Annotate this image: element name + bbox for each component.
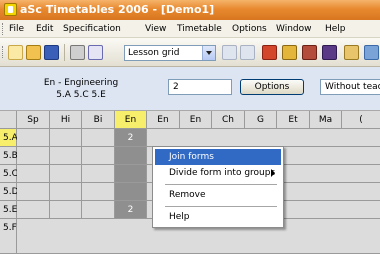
- toolbar-grip: [2, 46, 5, 58]
- grid-cell-lesson[interactable]: [115, 147, 147, 165]
- open-folder-icon[interactable]: [26, 45, 41, 60]
- submenu-arrow-icon: [271, 169, 275, 177]
- column-header[interactable]: (: [342, 111, 380, 129]
- context-menu: Join forms Divide form into groups Remov…: [152, 146, 284, 228]
- toolbar: Lesson grid: [0, 38, 380, 67]
- undo-icon[interactable]: [222, 45, 237, 60]
- grid-cell-lesson[interactable]: [115, 183, 147, 201]
- grid-cell[interactable]: [82, 183, 115, 201]
- menubar-grip: [2, 23, 5, 35]
- grid-cell-lesson[interactable]: [115, 165, 147, 183]
- redo-icon[interactable]: [240, 45, 255, 60]
- grid-cell[interactable]: [50, 129, 82, 147]
- column-header[interactable]: En: [180, 111, 212, 129]
- grid-cell[interactable]: [17, 147, 50, 165]
- grid-cell[interactable]: [50, 183, 82, 201]
- save-icon[interactable]: [44, 45, 59, 60]
- column-header[interactable]: Sp: [17, 111, 50, 129]
- menu-file[interactable]: File: [9, 20, 24, 38]
- toolbar-separator: [64, 44, 65, 61]
- teacher-icon[interactable]: [282, 45, 297, 60]
- column-header[interactable]: Et: [277, 111, 310, 129]
- row-header[interactable]: 5.D: [0, 183, 19, 201]
- grid-cell[interactable]: [82, 147, 115, 165]
- lesson-count-field[interactable]: 2: [168, 79, 232, 95]
- class-icon[interactable]: [302, 45, 317, 60]
- grid-corner: [0, 111, 17, 129]
- title-bar: aSc Timetables 2006 - [Demo1]: [0, 0, 380, 20]
- print-preview-icon[interactable]: [88, 45, 103, 60]
- menu-window[interactable]: Window: [276, 20, 312, 38]
- view-select[interactable]: Lesson grid: [124, 45, 216, 61]
- menu-bar: File Edit Specification View Timetable O…: [0, 20, 380, 38]
- teacher-filter-field[interactable]: Without teac: [320, 79, 380, 95]
- grid-cell[interactable]: [17, 183, 50, 201]
- column-header[interactable]: En: [147, 111, 180, 129]
- app-icon: [4, 3, 17, 16]
- grid-cell[interactable]: [17, 201, 50, 219]
- window-title: aSc Timetables 2006 - [Demo1]: [20, 3, 215, 16]
- menu-options[interactable]: Options: [232, 20, 267, 38]
- grid-cell[interactable]: [17, 129, 50, 147]
- menu-help[interactable]: Help: [325, 20, 346, 38]
- print-icon[interactable]: [70, 45, 85, 60]
- options-button[interactable]: Options: [240, 79, 304, 95]
- new-file-icon[interactable]: [8, 45, 23, 60]
- row-header[interactable]: 5.C: [0, 165, 18, 183]
- row-header-selected[interactable]: 5.A: [0, 129, 18, 147]
- menu-view[interactable]: View: [145, 20, 166, 38]
- column-header[interactable]: Ch: [212, 111, 245, 129]
- menu-item-divide-form-label: Divide form into groups: [169, 168, 276, 178]
- grid-cell[interactable]: [82, 201, 115, 219]
- menu-separator: [165, 206, 277, 207]
- menu-item-join-forms[interactable]: Join forms: [155, 149, 281, 165]
- menu-item-help[interactable]: Help: [155, 209, 281, 225]
- grid-cell[interactable]: [147, 129, 380, 147]
- lesson-forms: 5.A 5.C 5.E: [56, 90, 106, 100]
- column-header[interactable]: G: [245, 111, 277, 129]
- column-header[interactable]: Hi: [50, 111, 82, 129]
- row-header[interactable]: 5.F: [0, 219, 17, 254]
- lesson-subject: En - Engineering: [43, 78, 119, 88]
- grid-cell-lesson[interactable]: 2: [115, 129, 147, 147]
- generate-icon[interactable]: [262, 45, 277, 60]
- grid-cell[interactable]: [82, 129, 115, 147]
- subject-icon[interactable]: [322, 45, 337, 60]
- column-header-selected[interactable]: En: [115, 111, 147, 129]
- menu-edit[interactable]: Edit: [36, 20, 53, 38]
- menu-item-divide-form[interactable]: Divide form into groups: [155, 165, 281, 181]
- view-select-value: Lesson grid: [128, 48, 180, 58]
- toolbar-more-icon[interactable]: [364, 45, 379, 60]
- menu-timetable[interactable]: Timetable: [177, 20, 222, 38]
- grid-cell[interactable]: [50, 147, 82, 165]
- grid-cell[interactable]: [50, 201, 82, 219]
- grid-cell[interactable]: [50, 165, 82, 183]
- grid-cell[interactable]: [17, 165, 50, 183]
- lesson-info: En - Engineering 5.A 5.C 5.E: [16, 77, 146, 101]
- column-header[interactable]: Bi: [82, 111, 115, 129]
- lesson-panel: En - Engineering 5.A 5.C 5.E 2 Options W…: [0, 67, 380, 111]
- chevron-down-icon[interactable]: [202, 46, 215, 60]
- row-header[interactable]: 5.B: [0, 147, 18, 165]
- classroom-icon[interactable]: [344, 45, 359, 60]
- menu-item-remove[interactable]: Remove: [155, 187, 281, 203]
- menu-specification[interactable]: Specification: [63, 20, 121, 38]
- grid-cell[interactable]: [82, 165, 115, 183]
- column-header[interactable]: Ma: [310, 111, 342, 129]
- menu-separator: [165, 184, 277, 185]
- row-header[interactable]: 5.E: [0, 201, 17, 219]
- grid-cell-lesson[interactable]: 2: [115, 201, 147, 219]
